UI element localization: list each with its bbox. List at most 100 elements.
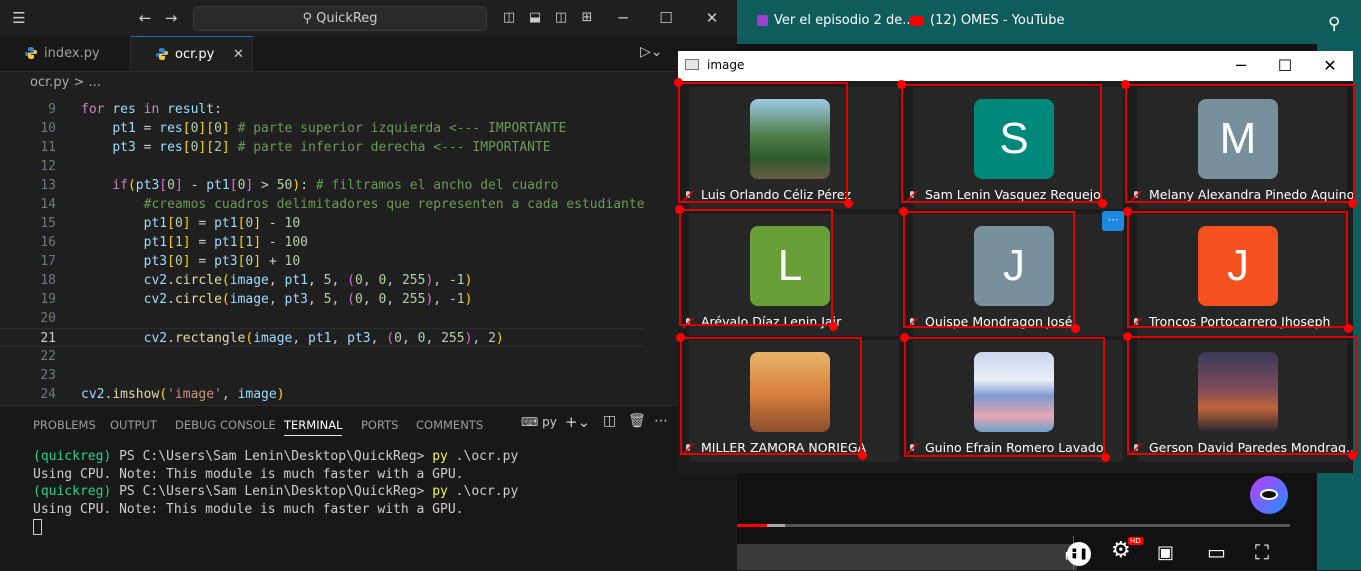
- corner-dot: [675, 205, 684, 214]
- image-window-titlebar: image ─ ☐ ✕: [678, 51, 1353, 81]
- tab-close-icon[interactable]: ✕: [233, 37, 244, 72]
- menu-icon[interactable]: ☰: [5, 0, 33, 36]
- code-line: 17 pt3[0] = pt3[0] + 10: [40, 254, 301, 269]
- detection-rectangle: [901, 84, 1102, 203]
- terminal-line: Using CPU. Note: This module is much fas…: [33, 466, 464, 482]
- detection-rectangle: [1127, 336, 1357, 455]
- corner-dot: [674, 78, 683, 87]
- panel-tab-comments[interactable]: COMMENTS: [416, 418, 483, 432]
- progress-fill: [737, 524, 767, 527]
- vscode-window: ☰ ← → ⚲ QuickReg ◫ ⬓ ◫ ⊞ ─ ☐ ✕ index.py …: [0, 0, 737, 571]
- detection-rectangle: [904, 337, 1105, 457]
- split-terminal-icon[interactable]: ◫: [603, 413, 616, 429]
- panel-tab-terminal[interactable]: TERMINAL: [284, 418, 343, 436]
- code-line: 22: [40, 349, 56, 364]
- progress-buffer: [767, 524, 785, 527]
- detection-rectangle: [903, 211, 1075, 328]
- corner-dot: [1071, 324, 1080, 333]
- run-icon[interactable]: ▷⌄: [640, 44, 663, 60]
- more-options-icon[interactable]: ⋯: [1102, 211, 1124, 231]
- opencv-image-window: image ─ ☐ ✕ Luis Orlando Céliz Pérez S Sam…: [674, 51, 1358, 473]
- corner-dot: [1101, 453, 1110, 462]
- detection-rectangle: [678, 82, 848, 203]
- command-center-search[interactable]: ⚲ QuickReg: [193, 6, 487, 31]
- corner-dot: [1123, 207, 1132, 216]
- corner-dot: [858, 451, 867, 460]
- terminal-line: (quickreg) PS C:\Users\Sam Lenin\Desktop…: [33, 449, 519, 464]
- code-line: 16 pt1[1] = pt1[1] - 100: [40, 235, 309, 250]
- tab-index-py[interactable]: index.py: [0, 36, 131, 71]
- code-editor[interactable]: 9 for res in result: 10 pt1 = res[0][0] #…: [0, 96, 645, 404]
- close-icon[interactable]: ✕: [698, 0, 726, 36]
- fullscreen-icon[interactable]: ⛶: [1255, 540, 1269, 564]
- search-icon: ⚲: [302, 11, 317, 26]
- panel-tab-problems[interactable]: PROBLEMS: [33, 418, 96, 432]
- toggle-panel-icon[interactable]: ⬓: [521, 0, 549, 36]
- trash-icon[interactable]: 🗑: [628, 413, 646, 429]
- code-line: 12: [40, 159, 56, 174]
- corner-dot: [897, 80, 906, 89]
- bookmark-episode[interactable]: Ver el episodio 2 de...: [757, 13, 915, 28]
- corner-dot: [829, 322, 838, 331]
- code-line: 23: [40, 368, 56, 383]
- eye-icon: [1260, 489, 1278, 500]
- code-line: 18 cv2.circle(image, pt1, 5, (0, 0, 255)…: [40, 273, 473, 288]
- back-icon[interactable]: ←: [131, 0, 159, 36]
- panel-tab-output[interactable]: OUTPUT: [110, 418, 157, 432]
- corner-dot: [844, 199, 853, 208]
- captions-icon[interactable]: ▭: [1064, 542, 1083, 566]
- bookmark-youtube[interactable]: (12) OMES - YouTube: [910, 13, 1065, 28]
- image-window-title: image: [707, 58, 745, 72]
- progress-bar[interactable]: [737, 524, 1290, 527]
- corner-dot: [1123, 332, 1132, 341]
- forward-icon[interactable]: →: [157, 0, 185, 36]
- youtube-icon: [910, 15, 924, 26]
- title-bar: ☰ ← → ⚲ QuickReg ◫ ⬓ ◫ ⊞ ─ ☐ ✕: [0, 0, 737, 37]
- minimize-icon[interactable]: ─: [609, 0, 637, 36]
- terminal-line: Using CPU. Note: This module is much fas…: [33, 501, 464, 517]
- editor-tabs: index.py ocr.py ✕ ▷⌄: [0, 36, 737, 72]
- terminal-shell-selector[interactable]: ⌨ py: [521, 415, 557, 429]
- python-icon: [156, 48, 168, 60]
- toggle-secondary-sidebar-icon[interactable]: ◫: [547, 0, 575, 36]
- search-text: QuickReg: [316, 11, 378, 26]
- panel-tab-debug-console[interactable]: DEBUG CONSOLE: [175, 418, 276, 432]
- toggle-sidebar-icon[interactable]: ◫: [495, 0, 523, 36]
- participant-grid: Luis Orlando Céliz Pérez S Sam Lenin Vasqu…: [674, 78, 1358, 473]
- terminal-cursor: [33, 518, 518, 536]
- code-line: 11 pt3 = res[0][2] # parte inferior dere…: [40, 140, 551, 155]
- new-terminal-icon[interactable]: +⌄: [565, 413, 590, 431]
- detection-rectangle: [680, 337, 862, 455]
- more-actions-icon[interactable]: ⋯: [654, 413, 668, 429]
- code-line: 14 #creamos cuadros delimitadores que re…: [40, 197, 645, 212]
- close-icon[interactable]: ✕: [1316, 55, 1344, 77]
- theater-mode-icon[interactable]: ▭: [1207, 540, 1226, 564]
- tab-label: index.py: [44, 46, 100, 61]
- terminal-icon: ⌨: [521, 415, 543, 429]
- maximize-icon[interactable]: ☐: [652, 0, 680, 36]
- channel-watermark-icon[interactable]: [1250, 476, 1288, 514]
- corner-dot: [676, 333, 685, 342]
- python-icon: [25, 47, 37, 59]
- breadcrumb[interactable]: ocr.py > ...: [30, 72, 101, 94]
- tab-ocr-py[interactable]: ocr.py ✕: [131, 36, 253, 71]
- code-line: 15 pt1[0] = pt1[0] - 10: [40, 216, 301, 231]
- code-line: 10 pt1 = res[0][0] # parte superior izqu…: [40, 121, 567, 136]
- layout-icon[interactable]: ⊞: [573, 0, 601, 36]
- detection-rectangle: [679, 209, 833, 326]
- minimize-icon[interactable]: ─: [1227, 55, 1255, 77]
- code-line: 9 for res in result:: [48, 102, 222, 117]
- code-line: 13 if(pt3[0] - pt1[0] > 50): # filtramos…: [40, 178, 559, 193]
- hd-badge-icon: HD: [1128, 537, 1143, 545]
- miniplayer-icon[interactable]: ▣: [1157, 542, 1174, 563]
- corner-dot: [1098, 199, 1107, 208]
- captured-statusbar: [737, 544, 1077, 570]
- corner-dot: [1348, 451, 1357, 460]
- code-line: 19 cv2.circle(image, pt3, 5, (0, 0, 255)…: [40, 292, 473, 307]
- search-icon[interactable]: ⚲: [1328, 14, 1340, 34]
- detection-rectangle: [1127, 211, 1348, 328]
- maximize-icon[interactable]: ☐: [1271, 55, 1299, 77]
- terminal-output[interactable]: (quickreg) PS C:\Users\Sam Lenin\Desktop…: [33, 448, 518, 536]
- panel-tab-ports[interactable]: PORTS: [361, 418, 398, 432]
- code-line: 24 cv2.imshow('image', image): [40, 387, 285, 402]
